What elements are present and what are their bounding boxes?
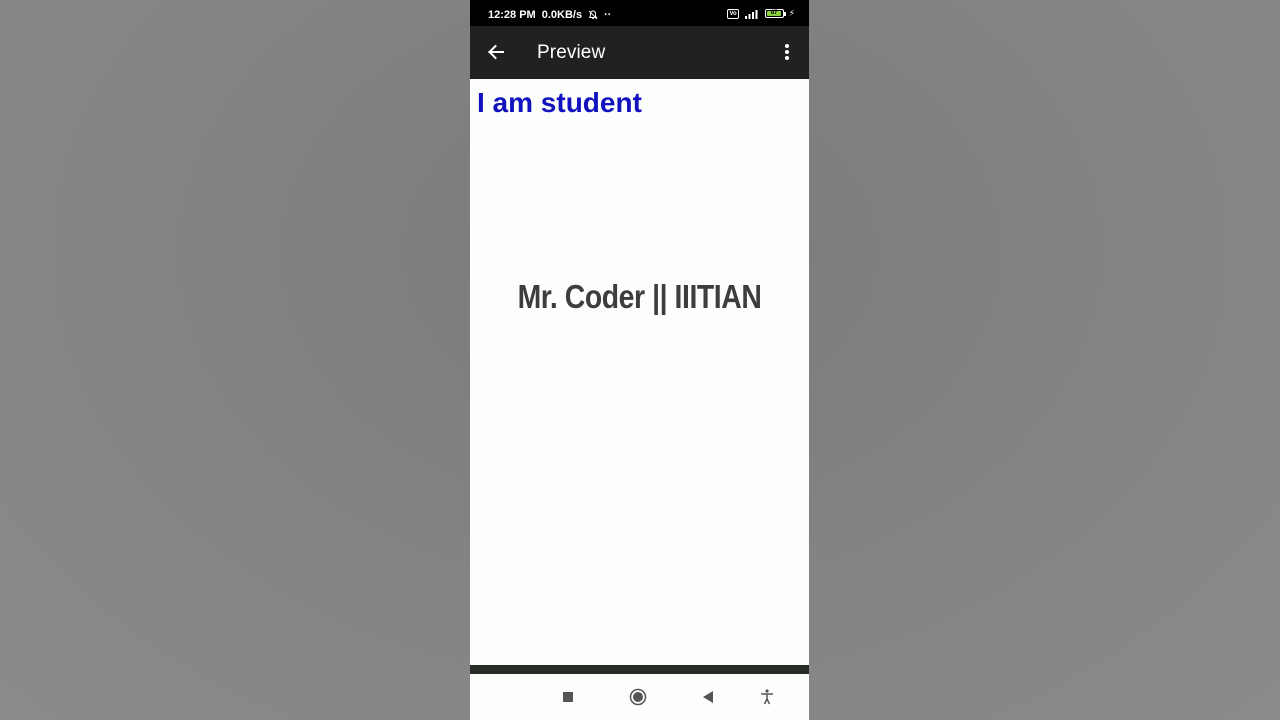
network-speed: 0.0KB/s	[541, 9, 583, 21]
battery-cap	[783, 12, 786, 16]
battery-level: 87	[770, 10, 778, 16]
accessibility-icon	[761, 689, 773, 705]
signal-icon	[744, 9, 760, 19]
watermark-title: Mr. Coder || IIITIAN	[517, 278, 762, 315]
nav-back-button[interactable]	[697, 686, 719, 708]
arrow-left-icon	[488, 44, 504, 60]
more-vertical-icon	[785, 44, 789, 60]
square-recents-icon	[563, 692, 573, 702]
bottom-divider	[470, 665, 809, 674]
app-bar: Preview	[470, 26, 809, 79]
status-right: Vo 87 ⚡	[727, 8, 795, 19]
status-dots: ··	[604, 9, 612, 21]
heading-text: I am student	[477, 87, 642, 118]
phone-screen: 12:28 PM 0.0KB/s ·· Vo 87 ⚡ Preview I am…	[470, 0, 809, 720]
status-bar: 12:28 PM 0.0KB/s ·· Vo 87 ⚡	[470, 0, 809, 29]
triangle-back-icon	[703, 691, 713, 703]
charging-icon: ⚡	[788, 8, 795, 18]
bell-off-icon	[588, 10, 598, 20]
status-time: 12:28 PM	[488, 9, 536, 21]
accessibility-button[interactable]	[756, 686, 778, 708]
app-title: Preview	[537, 42, 606, 63]
navigation-bar	[470, 674, 809, 720]
back-button[interactable]	[484, 40, 508, 64]
status-left: 12:28 PM 0.0KB/s ··	[488, 9, 611, 21]
more-options-button[interactable]	[775, 40, 799, 64]
home-button[interactable]	[627, 686, 649, 708]
volte-icon: Vo	[727, 8, 739, 19]
preview-content: I am student Mr. Coder || IIITIAN	[470, 79, 809, 665]
battery-icon: 87	[764, 9, 786, 18]
circle-home-icon	[629, 688, 647, 706]
recents-button[interactable]	[557, 686, 579, 708]
